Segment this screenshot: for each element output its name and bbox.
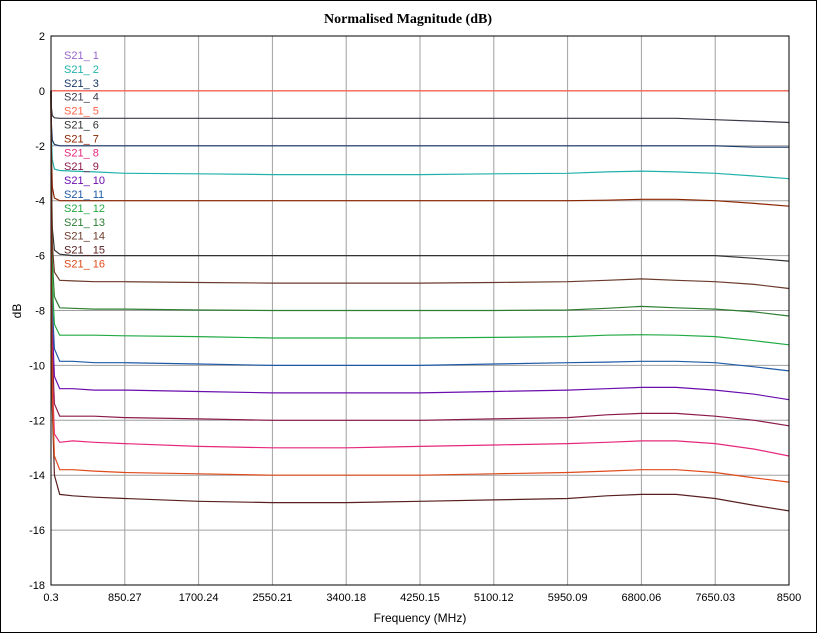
legend-entry: S21_ 13 — [64, 217, 105, 229]
y-tick-label: -2 — [35, 141, 45, 153]
x-tick-label: 1700.24 — [179, 592, 219, 604]
x-axis-label: Frequency (MHz) — [374, 611, 467, 625]
legend-entry: S21_ 9 — [64, 161, 99, 173]
y-tick-label: -8 — [35, 306, 45, 318]
legend-entry: S21_ 10 — [64, 175, 105, 187]
y-tick-label: 0 — [39, 86, 45, 98]
y-tick-label: -10 — [29, 360, 45, 372]
legend-entry: S21_ 4 — [64, 92, 99, 104]
chart: Normalised Magnitude (dB) 0.3 850.27 1700.… — [0, 0, 817, 633]
legend-entry: S21_ 1 — [64, 50, 99, 62]
y-tick-label: 2 — [39, 31, 45, 43]
legend-entry: S21_ 16 — [64, 259, 105, 271]
y-axis-label: dB — [10, 304, 24, 319]
legend-entry: S21_ 14 — [64, 231, 105, 243]
legend-entry: S21_ 11 — [64, 189, 104, 201]
y-tick-label: -6 — [35, 251, 45, 263]
legend-entry: S21_ 3 — [64, 78, 99, 90]
x-tick-label: 8500 — [777, 592, 801, 604]
y-tick-label: -12 — [29, 415, 45, 427]
legend-entry: S21_ 12 — [64, 203, 105, 215]
legend-entry: S21_ 6 — [64, 120, 99, 132]
legend-entry: S21_ 7 — [64, 133, 99, 145]
x-tick-label: 6800.06 — [622, 592, 662, 604]
legend-entry: S21_ 8 — [64, 147, 99, 159]
x-tick-label: 7650.03 — [695, 592, 735, 604]
x-tick-label: 5100.12 — [474, 592, 514, 604]
y-tick-label: -4 — [35, 196, 45, 208]
y-tick-label: -14 — [29, 470, 45, 482]
x-tick-label: 5950.09 — [548, 592, 588, 604]
y-tick-label: -16 — [29, 525, 45, 537]
legend-entry: S21_ 5 — [64, 106, 99, 118]
tick-labels: 0.3 850.27 1700.24 2550.21 3400.18 4250.15 510… — [29, 31, 801, 604]
x-tick-label: 2550.21 — [253, 592, 293, 604]
legend-entry: S21_ 2 — [64, 64, 99, 76]
chart-title: Normalised Magnitude (dB) — [324, 12, 492, 27]
legend: S21_ 1S21_ 2S21_ 3S21_ 4S21_ 5S21_ 6S21_… — [64, 50, 105, 271]
x-tick-label: 4250.15 — [400, 592, 440, 604]
chart-svg: Normalised Magnitude (dB) 0.3 850.27 1700.… — [10, 12, 801, 625]
y-tick-label: -18 — [29, 580, 45, 592]
x-tick-label: 0.3 — [43, 592, 58, 604]
x-tick-label: 3400.18 — [326, 592, 366, 604]
x-tick-label: 850.27 — [108, 592, 142, 604]
legend-entry: S21_ 15 — [64, 245, 105, 257]
